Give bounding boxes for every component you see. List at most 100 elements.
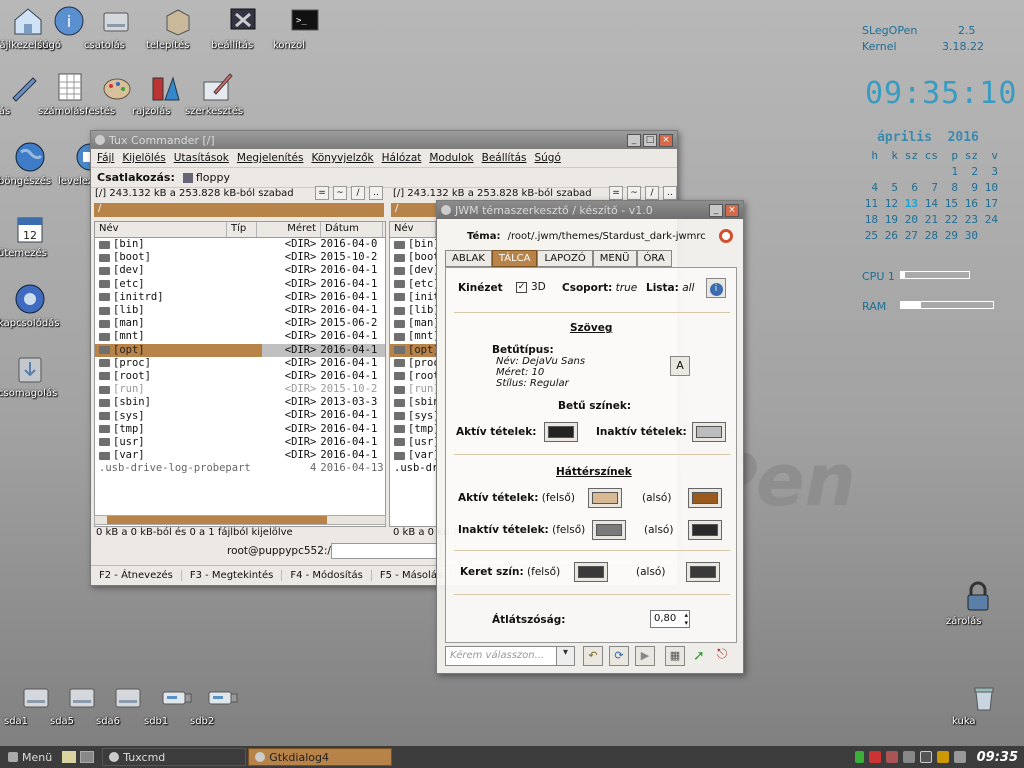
refresh-button[interactable]: ⟳ — [609, 646, 629, 666]
file-row[interactable]: [man] — [390, 317, 436, 330]
keyboard-icon[interactable] — [953, 751, 966, 763]
col-name[interactable]: Név — [95, 222, 227, 237]
security-icon[interactable] — [868, 751, 881, 763]
firewall-icon[interactable] — [902, 751, 915, 763]
file-row[interactable]: [root] <DIR> 2016-04-1 — [95, 370, 385, 383]
trash-desktop-icon[interactable]: kuka — [952, 680, 1016, 727]
bg-inactive-lower-color[interactable] — [688, 520, 722, 540]
file-row[interactable]: [run] <DIR> 2015-10-2 — [95, 383, 385, 396]
menu-button[interactable]: Menü — [2, 748, 58, 766]
close-button[interactable]: × — [725, 203, 739, 217]
left-tilde-button[interactable]: ~ — [333, 186, 347, 200]
settings-desktop-icon[interactable]: beállítás — [211, 4, 275, 51]
install-desktop-icon[interactable]: telepítés — [146, 4, 210, 51]
show-desktop-icon[interactable] — [62, 751, 77, 763]
apply-button[interactable]: ▦ — [665, 646, 685, 666]
play-button[interactable]: ▶ — [635, 646, 655, 666]
file-row[interactable]: [mnt] <DIR> 2016-04-1 — [95, 330, 385, 343]
menu-item[interactable]: Beállítás — [482, 152, 527, 164]
pager-icon[interactable] — [80, 751, 95, 763]
file-row[interactable]: .usb-drive-log-probepart 4 2016-04-13 — [95, 462, 385, 475]
tab-menü[interactable]: MENÜ — [592, 250, 637, 267]
bg-active-lower-color[interactable] — [688, 488, 722, 508]
file-row[interactable]: [root] — [390, 370, 436, 383]
menu-item[interactable]: Hálózat — [382, 152, 422, 164]
tab-tálca[interactable]: TÁLCA — [491, 250, 538, 267]
close-button[interactable]: × — [659, 133, 673, 147]
menu-item[interactable]: Utasítások — [174, 152, 229, 164]
minimize-button[interactable]: _ — [709, 203, 723, 217]
function-key-button[interactable]: F4 - Módosítás — [282, 570, 372, 581]
file-row[interactable]: [var] — [390, 449, 436, 462]
menu-item[interactable]: Súgó — [534, 152, 560, 164]
border-upper-color[interactable] — [574, 562, 608, 582]
menu-item[interactable]: Könyvjelzők — [311, 152, 373, 164]
font-active-color[interactable] — [544, 422, 578, 442]
file-row[interactable]: [etc] — [390, 278, 436, 291]
col-size[interactable]: Méret — [257, 222, 321, 237]
file-row[interactable]: [mnt] — [390, 330, 436, 343]
lock-desktop-icon[interactable]: zárolás — [946, 580, 1010, 627]
help-icon[interactable] — [719, 229, 733, 243]
menu-item[interactable]: Kijelölés — [122, 152, 165, 164]
file-row[interactable]: [lib] <DIR> 2016-04-1 — [95, 304, 385, 317]
task-button[interactable]: Gtkdialog4 — [248, 748, 393, 766]
network-desktop-icon[interactable]: kapcsolódás — [0, 282, 62, 329]
col-type[interactable]: Típ — [227, 222, 257, 237]
bg-inactive-upper-color[interactable] — [592, 520, 626, 540]
file-row[interactable]: [sys] <DIR> 2016-04-1 — [95, 409, 385, 422]
file-row[interactable]: .usb-drive-log-probepart — [390, 462, 436, 475]
package-desktop-icon[interactable]: csomagolás — [0, 352, 62, 399]
right-path-bar[interactable]: / — [391, 203, 441, 217]
right-up-button[interactable]: .. — [663, 186, 677, 200]
monitor-icon[interactable] — [919, 751, 932, 763]
opacity-spinner[interactable]: 0,80 ▴ ▾ — [650, 610, 690, 628]
tab-lapozó[interactable]: LAPOZÓ — [537, 250, 593, 267]
drive-desktop-icon[interactable]: csatolás — [84, 4, 148, 51]
file-row[interactable]: [opt] <DIR> 2016-04-1 — [95, 343, 385, 357]
file-row[interactable]: [usr] <DIR> 2016-04-1 — [95, 436, 385, 449]
menu-item[interactable]: Megjelenítés — [237, 152, 304, 164]
file-row[interactable]: [boot] <DIR> 2015-10-2 — [95, 251, 385, 264]
edit-desktop-icon[interactable]: szerkesztés — [185, 70, 249, 117]
action-select[interactable]: Kérem válasszon... ▾ — [445, 646, 575, 666]
file-row[interactable]: [sys] — [390, 409, 436, 422]
menu-item[interactable]: Fájl — [97, 152, 114, 164]
exit-icon[interactable]: ⎋ — [717, 647, 727, 662]
left-scrollbar[interactable] — [94, 515, 386, 525]
volume-icon[interactable] — [936, 751, 949, 763]
file-row[interactable]: [sbin] — [390, 396, 436, 409]
file-row[interactable]: [run] — [390, 383, 436, 396]
left-file-panel[interactable]: Név Típ Méret Dátum [bin] <DIR> 2016-04-0[… — [94, 221, 386, 527]
file-row[interactable]: [boot] — [390, 251, 436, 264]
file-row[interactable]: [initrd] — [390, 291, 436, 304]
left-equal-button[interactable]: = — [315, 186, 329, 200]
right-root-button[interactable]: / — [645, 186, 659, 200]
tux-titlebar[interactable]: Tux Commander [/] _ □ × — [91, 131, 677, 149]
calendar-desktop-icon[interactable]: 12 ütemezés — [0, 212, 62, 259]
file-row[interactable]: [proc] <DIR> 2016-04-1 — [95, 357, 385, 370]
taskbar-clock[interactable]: 09:35 — [977, 750, 1018, 765]
minimize-button[interactable]: _ — [627, 133, 641, 147]
file-row[interactable]: [tmp] — [390, 423, 436, 436]
globe-desktop-icon[interactable]: böngészés — [0, 140, 62, 187]
task-button[interactable]: Tuxcmd — [102, 748, 247, 766]
col-date[interactable]: Dátum — [321, 222, 383, 237]
file-row[interactable]: [etc] <DIR> 2016-04-1 — [95, 278, 385, 291]
left-up-button[interactable]: .. — [369, 186, 383, 200]
right-file-panel[interactable]: Név [bin][boot][dev][etc][initrd][lib][m… — [389, 221, 437, 527]
bg-active-upper-color[interactable] — [588, 488, 622, 508]
file-row[interactable]: [opt] — [390, 343, 436, 357]
file-row[interactable]: [bin] — [390, 238, 436, 251]
file-row[interactable]: [bin] <DIR> 2016-04-0 — [95, 238, 385, 251]
info-button[interactable]: i — [706, 278, 726, 298]
file-row[interactable]: [dev] — [390, 264, 436, 277]
undo-button[interactable]: ↶ — [583, 646, 603, 666]
file-row[interactable]: [man] <DIR> 2015-06-2 — [95, 317, 385, 330]
network-off-icon[interactable] — [885, 751, 898, 763]
font-inactive-color[interactable] — [692, 422, 726, 442]
tab-óra[interactable]: ÓRA — [636, 250, 672, 267]
right-equal-button[interactable]: = — [609, 186, 623, 200]
file-row[interactable]: [initrd] <DIR> 2016-04-1 — [95, 291, 385, 304]
right-tilde-button[interactable]: ~ — [627, 186, 641, 200]
